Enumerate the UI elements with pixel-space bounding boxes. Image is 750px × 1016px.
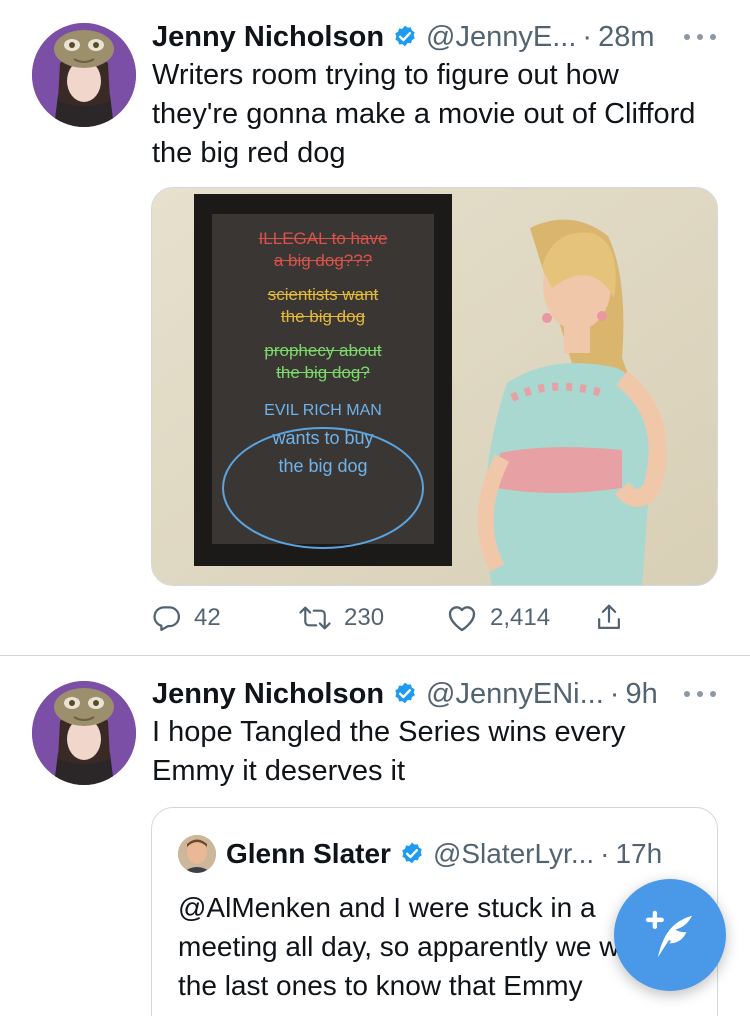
tweet-header: Jenny Nicholson @JennyENi... · 9h: [152, 677, 658, 711]
verified-badge-icon: [402, 842, 422, 864]
verified-badge-icon: [395, 25, 415, 47]
share-icon: [598, 604, 620, 629]
reply-icon: [153, 606, 180, 631]
board-line: a big dog???: [273, 251, 373, 270]
like-count: 2,414: [490, 604, 551, 631]
quoted-avatar: [178, 835, 216, 873]
feather-plus-icon: [645, 910, 692, 961]
board-line: prophecy about: [264, 341, 382, 360]
board-line: the big dog?: [276, 363, 370, 382]
heart-icon: [448, 606, 476, 632]
tweet-text: Writers room trying to figure out how th…: [152, 59, 696, 169]
chalk-circle: [222, 427, 424, 549]
more-options-icon[interactable]: [684, 677, 716, 711]
retweet-count: 230: [344, 604, 385, 631]
author-handle[interactable]: @JennyE...: [426, 21, 576, 54]
like-button[interactable]: 2,414: [446, 598, 550, 638]
avatar[interactable]: [32, 681, 136, 785]
separator-dot: ·: [600, 838, 610, 869]
timestamp[interactable]: 9h: [625, 678, 657, 711]
tweet[interactable]: Jenny Nicholson @JennyE... · 28m Writers…: [0, 0, 750, 656]
timestamp[interactable]: 28m: [598, 21, 654, 54]
author-name[interactable]: Jenny Nicholson: [152, 678, 384, 711]
board-line: ILLEGAL to have: [258, 229, 388, 248]
separator-dot: ·: [582, 20, 593, 53]
tweet-header: Jenny Nicholson @JennyE... · 28m: [152, 20, 654, 54]
verified-badge-icon: [395, 682, 415, 704]
share-button[interactable]: [594, 598, 624, 638]
avatar-image: [32, 681, 136, 785]
reply-count: 42: [194, 604, 221, 631]
avatar[interactable]: [32, 23, 136, 127]
retweet-button[interactable]: 230: [298, 598, 384, 638]
reply-button[interactable]: 42: [152, 598, 221, 638]
quoted-author-handle: @SlaterLyr...: [432, 838, 595, 869]
retweet-icon: [299, 606, 331, 630]
separator-dot: ·: [609, 677, 620, 710]
board-line: scientists want: [267, 285, 379, 304]
quoted-avatar-image: [178, 835, 216, 873]
quoted-author-name: Glenn Slater: [226, 838, 391, 869]
compose-tweet-button[interactable]: [614, 879, 726, 991]
author-handle[interactable]: @JennyENi...: [426, 678, 604, 711]
board-line: the big dog: [280, 307, 366, 326]
quoted-tweet-header: Glenn Slater @SlaterLyr... · 17h: [178, 834, 662, 874]
avatar-image: [32, 23, 136, 127]
quoted-timestamp: 17h: [615, 838, 663, 869]
more-options-icon[interactable]: [684, 20, 716, 54]
tweet-text: I hope Tangled the Series wins every Emm…: [152, 716, 626, 787]
tweet-image[interactable]: ILLEGAL to have a big dog??? scientists …: [151, 187, 718, 586]
author-name[interactable]: Jenny Nicholson: [152, 21, 384, 54]
